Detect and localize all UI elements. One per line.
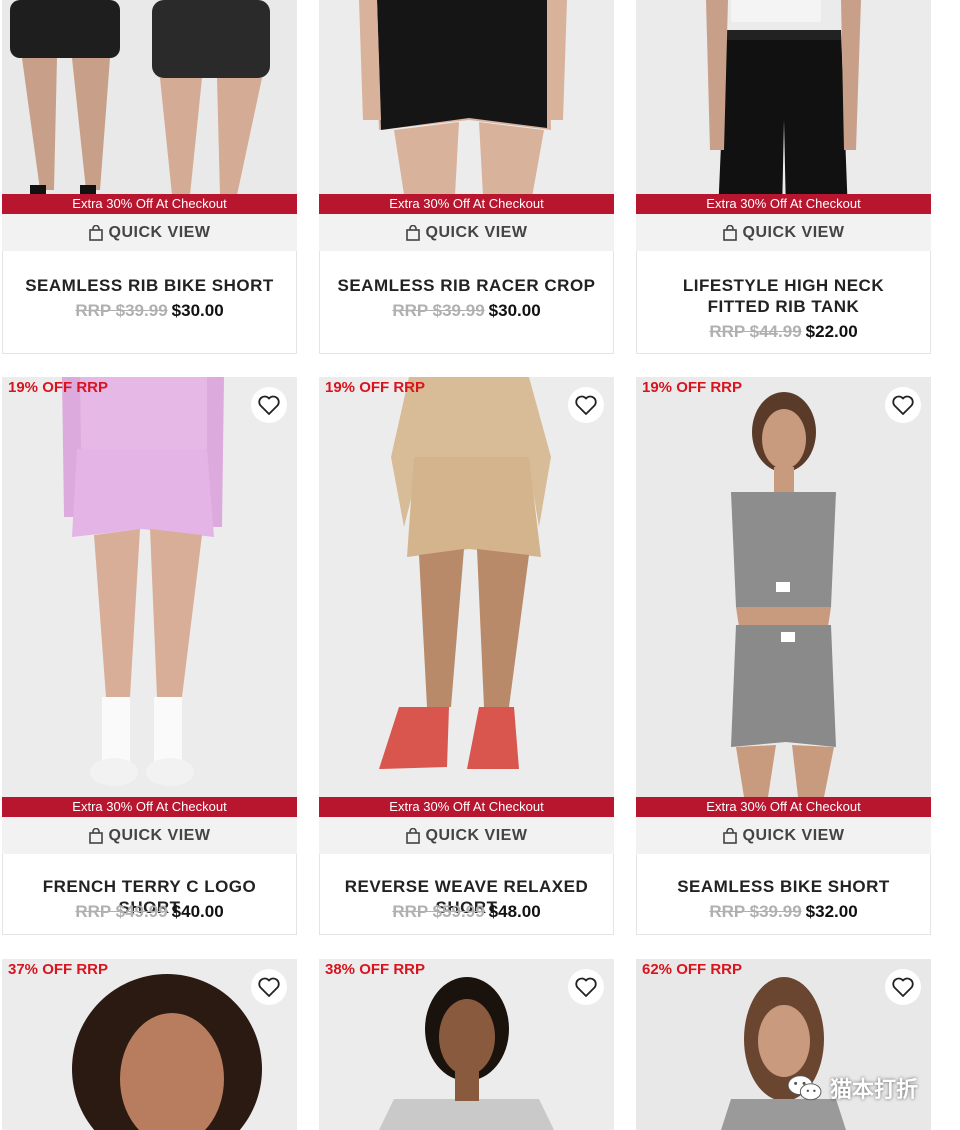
discount-label: 38% OFF RRP (325, 961, 426, 978)
product-image[interactable] (2, 0, 297, 214)
shopping-bag-icon (722, 827, 737, 844)
heart-icon (575, 977, 597, 997)
wishlist-button[interactable] (885, 969, 921, 1005)
rrp-price: RRP $39.99 (75, 301, 168, 320)
discount-label: 19% OFF RRP (642, 379, 743, 396)
product-image[interactable] (636, 377, 931, 817)
heart-icon (892, 977, 914, 997)
rrp-price: RRP $49.99 (75, 902, 168, 921)
promo-banner: Extra 30% Off At Checkout (636, 194, 931, 214)
product-price: RRP $39.99 $32.00 (637, 902, 930, 922)
wishlist-button[interactable] (251, 969, 287, 1005)
product-image[interactable] (2, 377, 297, 817)
shopping-bag-icon (88, 827, 103, 844)
wishlist-button[interactable] (568, 387, 604, 423)
product-price: RRP $39.99 $30.00 (320, 301, 613, 321)
quick-view-label: QUICK VIEW (425, 223, 528, 241)
heart-icon (575, 395, 597, 415)
wishlist-button[interactable] (568, 969, 604, 1005)
shopping-bag-icon (405, 224, 420, 241)
shopping-bag-icon (722, 224, 737, 241)
product-price: RRP $49.99 $40.00 (3, 902, 296, 922)
wishlist-button[interactable] (251, 387, 287, 423)
discount-label: 19% OFF RRP (325, 379, 426, 396)
rrp-price: RRP $59.99 (392, 902, 485, 921)
product-info: SEAMLESS RIB BIKE SHORT RRP $39.99 $30.00 (2, 251, 297, 354)
discount-label: 19% OFF RRP (8, 379, 109, 396)
sale-price: $32.00 (805, 902, 858, 921)
promo-banner: Extra 30% Off At Checkout (2, 194, 297, 214)
sale-price: $40.00 (171, 902, 224, 921)
discount-label: 62% OFF RRP (642, 961, 743, 978)
product-name[interactable]: LIFESTYLE HIGH NECK FITTED RIB TANK (651, 275, 916, 317)
quick-view-button[interactable]: QUICK VIEW (319, 214, 614, 251)
watermark-text: 猫本打折 (830, 1077, 919, 1102)
heart-icon (892, 395, 914, 415)
rrp-price: RRP $39.99 (709, 902, 802, 921)
heart-icon (258, 395, 280, 415)
watermark: 猫本打折 (786, 1068, 936, 1108)
product-name[interactable]: SEAMLESS RIB BIKE SHORT (17, 275, 282, 296)
quick-view-label: QUICK VIEW (108, 223, 211, 241)
product-info: REVERSE WEAVE RELAXED SHORT RRP $59.99 $4… (319, 854, 614, 935)
quick-view-button[interactable]: QUICK VIEW (636, 214, 931, 251)
wechat-icon (787, 1075, 822, 1101)
sale-price: $22.00 (805, 322, 858, 341)
promo-banner: Extra 30% Off At Checkout (2, 797, 297, 817)
product-price: RRP $39.99 $30.00 (3, 301, 296, 321)
heart-icon (258, 977, 280, 997)
quick-view-button[interactable]: QUICK VIEW (636, 817, 931, 854)
discount-label: 37% OFF RRP (8, 961, 109, 978)
quick-view-button[interactable]: QUICK VIEW (2, 214, 297, 251)
wishlist-button[interactable] (885, 387, 921, 423)
product-info: SEAMLESS BIKE SHORT RRP $39.99 $32.00 (636, 854, 931, 935)
product-price: RRP $44.99 $22.00 (637, 322, 930, 342)
product-image[interactable] (319, 377, 614, 817)
product-name[interactable]: SEAMLESS BIKE SHORT (651, 876, 916, 897)
product-name[interactable]: SEAMLESS RIB RACER CROP (334, 275, 599, 296)
rrp-price: RRP $39.99 (392, 301, 485, 320)
rrp-price: RRP $44.99 (709, 322, 802, 341)
quick-view-button[interactable]: QUICK VIEW (319, 817, 614, 854)
quick-view-button[interactable]: QUICK VIEW (2, 817, 297, 854)
product-info: FRENCH TERRY C LOGO SHORT RRP $49.99 $40.… (2, 854, 297, 935)
sale-price: $48.00 (488, 902, 541, 921)
product-info: LIFESTYLE HIGH NECK FITTED RIB TANK RRP … (636, 251, 931, 354)
shopping-bag-icon (88, 224, 103, 241)
product-price: RRP $59.99 $48.00 (320, 902, 613, 922)
quick-view-label: QUICK VIEW (742, 826, 845, 844)
promo-banner: Extra 30% Off At Checkout (319, 797, 614, 817)
shopping-bag-icon (405, 827, 420, 844)
promo-banner: Extra 30% Off At Checkout (319, 194, 614, 214)
promo-banner: Extra 30% Off At Checkout (636, 797, 931, 817)
quick-view-label: QUICK VIEW (108, 826, 211, 844)
quick-view-label: QUICK VIEW (425, 826, 528, 844)
product-info: SEAMLESS RIB RACER CROP RRP $39.99 $30.00 (319, 251, 614, 354)
product-image[interactable] (636, 0, 931, 214)
product-image[interactable] (319, 0, 614, 214)
quick-view-label: QUICK VIEW (742, 223, 845, 241)
sale-price: $30.00 (171, 301, 224, 320)
sale-price: $30.00 (488, 301, 541, 320)
